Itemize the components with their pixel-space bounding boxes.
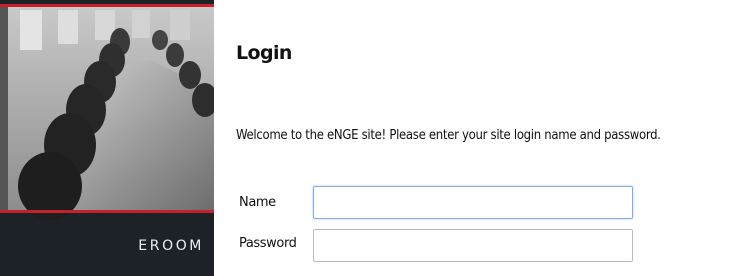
welcome-message: Welcome to the eNGE site! Please enter y… <box>236 128 661 143</box>
name-label: Name <box>239 195 276 210</box>
page-title: Login <box>236 42 292 64</box>
brand-panel: EROOM <box>0 0 214 276</box>
name-input[interactable] <box>313 186 633 219</box>
password-label: Password <box>239 236 297 251</box>
conference-room-image <box>0 0 214 220</box>
brand-name: EROOM <box>138 238 204 254</box>
password-input[interactable] <box>313 229 633 262</box>
